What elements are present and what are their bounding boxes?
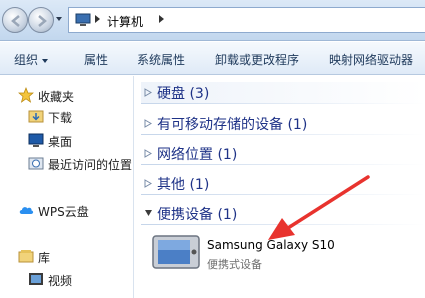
content-pane: 硬盘 (3) 有可移动存储的设备 (1) 网络位置 (1) 其他 (1) 便携设… bbox=[135, 76, 425, 298]
group-divider bbox=[141, 224, 425, 225]
breadcrumb-computer[interactable]: 计算机 bbox=[107, 13, 143, 30]
forward-arrow-icon bbox=[38, 15, 47, 27]
group-title: 便携设备 (1) bbox=[157, 207, 238, 223]
organize-button[interactable]: 组织 bbox=[14, 51, 49, 68]
address-bar[interactable]: 计算机 bbox=[68, 7, 425, 33]
device-type: 便携式设备 bbox=[207, 258, 262, 271]
group-title: 有可移动存储的设备 (1) bbox=[157, 117, 308, 133]
back-button[interactable] bbox=[2, 7, 28, 33]
group-divider bbox=[141, 103, 425, 104]
group-removable-storage[interactable]: 有可移动存储的设备 (1) bbox=[141, 113, 425, 135]
group-other[interactable]: 其他 (1) bbox=[141, 173, 425, 195]
star-icon bbox=[18, 87, 34, 103]
chevron-down-icon bbox=[42, 58, 49, 63]
group-network-locations[interactable]: 网络位置 (1) bbox=[141, 143, 425, 165]
recent-pages-dropdown[interactable] bbox=[56, 17, 62, 21]
group-hard-drives[interactable]: 硬盘 (3) bbox=[141, 82, 425, 104]
device-name: Samsung Galaxy S10 bbox=[207, 238, 335, 252]
computer-icon bbox=[75, 13, 91, 26]
nav-label: 库 bbox=[38, 251, 51, 265]
nav-label: 下载 bbox=[48, 111, 73, 125]
expand-arrow-icon bbox=[144, 119, 152, 128]
recent-places-icon bbox=[28, 157, 44, 170]
group-title: 其他 (1) bbox=[157, 177, 210, 193]
organize-label: 组织 bbox=[14, 53, 39, 67]
download-folder-icon bbox=[28, 110, 44, 123]
nav-label: 桌面 bbox=[48, 135, 73, 149]
nav-label: 视频 bbox=[48, 274, 73, 288]
uninstall-program-button[interactable]: 卸载或更改程序 bbox=[215, 51, 299, 68]
system-properties-button[interactable]: 系统属性 bbox=[137, 51, 185, 68]
expand-arrow-icon bbox=[144, 179, 152, 188]
library-icon bbox=[18, 250, 34, 263]
device-item[interactable]: Samsung Galaxy S10 便携式设备 bbox=[151, 232, 381, 276]
properties-button[interactable]: 属性 bbox=[84, 51, 108, 68]
group-divider bbox=[141, 134, 425, 135]
map-network-drive-button[interactable]: 映射网络驱动器 bbox=[329, 51, 413, 68]
expand-arrow-icon bbox=[144, 149, 152, 158]
group-portable-devices[interactable]: 便携设备 (1) bbox=[141, 203, 425, 225]
back-arrow-icon bbox=[11, 15, 20, 27]
group-divider bbox=[141, 194, 425, 195]
video-icon bbox=[29, 273, 43, 285]
portable-device-icon bbox=[152, 235, 200, 269]
nav-label: 最近访问的位置 bbox=[48, 158, 133, 172]
address-toolbar: 计算机 bbox=[0, 0, 425, 41]
command-bar: 组织 属性 系统属性 卸载或更改程序 映射网络驱动器 bbox=[0, 42, 425, 75]
group-divider bbox=[141, 164, 425, 165]
breadcrumb-separator-icon[interactable] bbox=[159, 15, 164, 23]
desktop-icon bbox=[28, 133, 44, 147]
navigation-pane: 收藏夹 下载 桌面 最近访问的位置 WPS云盘 库 视频 bbox=[0, 76, 134, 298]
nav-label: 收藏夹 bbox=[38, 90, 75, 104]
group-title: 网络位置 (1) bbox=[157, 147, 238, 163]
breadcrumb-separator-icon[interactable] bbox=[95, 15, 100, 23]
expand-arrow-icon bbox=[144, 88, 152, 97]
nav-label: WPS云盘 bbox=[38, 205, 89, 219]
cloud-icon bbox=[19, 207, 34, 214]
collapse-arrow-icon bbox=[145, 210, 152, 216]
forward-button[interactable] bbox=[28, 7, 54, 33]
group-title: 硬盘 (3) bbox=[157, 86, 210, 102]
